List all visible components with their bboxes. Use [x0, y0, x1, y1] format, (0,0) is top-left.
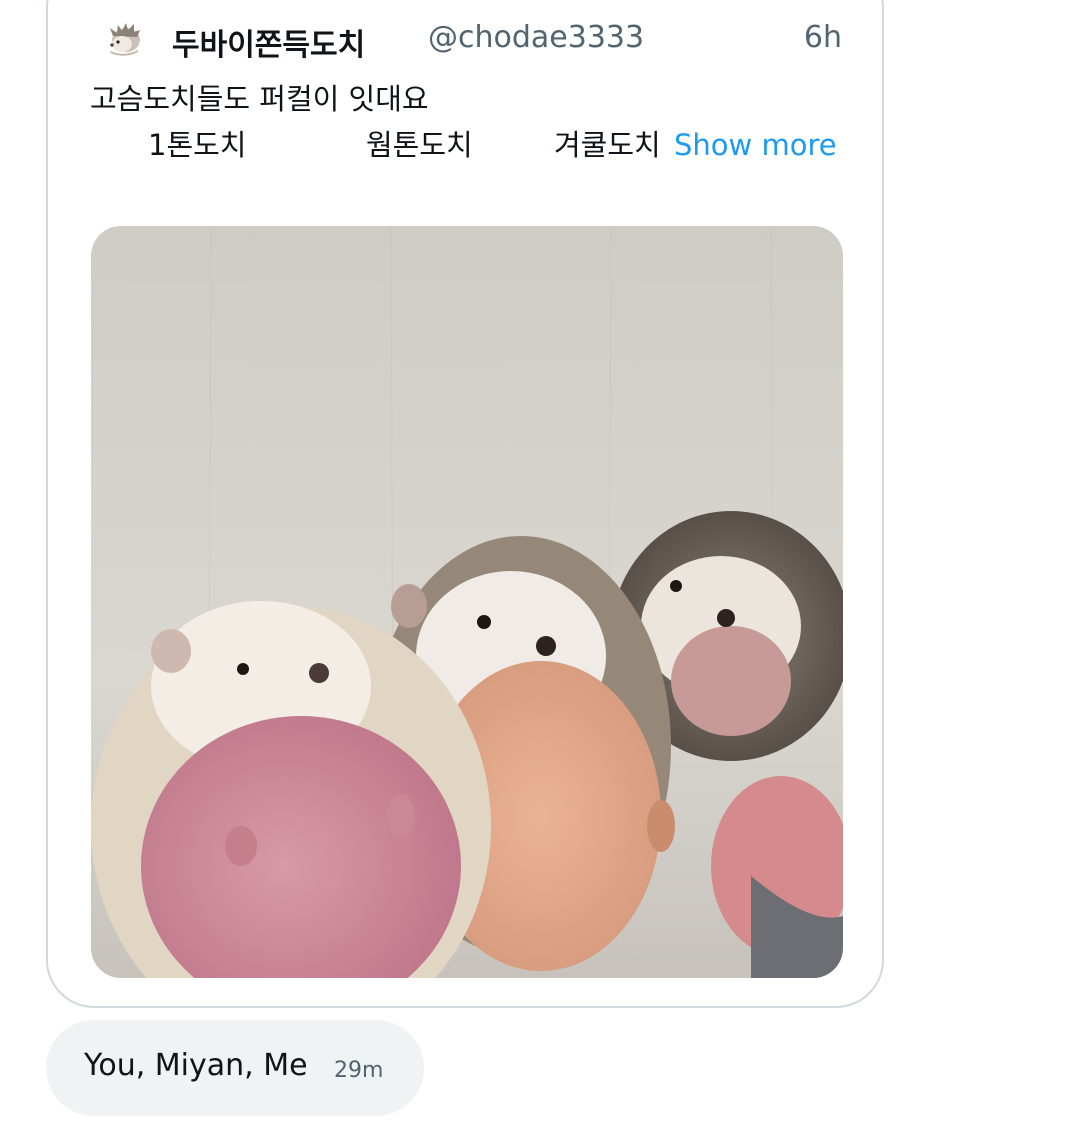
quoted-tweet-card[interactable]: 두바이쫀득도치 @chodae3333 6h 고슴도치들도 퍼컬이 잇대요 1톤…	[46, 0, 884, 1008]
display-name[interactable]: 두바이쫀득도치	[172, 20, 365, 64]
reaction-text: You, Miyan, Me	[84, 1048, 308, 1083]
reaction-bubble[interactable]: You, Miyan, Me 29m	[46, 1020, 424, 1116]
three-hedgehogs-photo[interactable]	[91, 226, 843, 978]
tweet-text-line2: 1톤도치 웜톤도치 겨쿨도치 Show more	[90, 122, 850, 168]
tweet-text: 고슴도치들도 퍼컬이 잇대요 1톤도치 웜톤도치 겨쿨도치 Show more	[90, 76, 850, 168]
dm-conversation: 두바이쫀득도치 @chodae3333 6h 고슴도치들도 퍼컬이 잇대요 1톤…	[0, 0, 1080, 1125]
user-handle: @chodae3333	[428, 20, 645, 55]
tone-label-2: 웜톤도치	[366, 128, 473, 162]
hedgehog-avatar-icon[interactable]	[104, 18, 144, 58]
tweet-header: 두바이쫀득도치 @chodae3333 6h	[104, 18, 842, 78]
tone-label-3: 겨쿨도치	[554, 128, 661, 162]
tone-label-1: 1톤도치	[148, 128, 247, 162]
reaction-timestamp: 29m	[334, 1058, 384, 1083]
show-more-link[interactable]: Show more	[674, 122, 837, 168]
tweet-timestamp: 6h	[803, 20, 842, 55]
tweet-text-line1: 고슴도치들도 퍼컬이 잇대요	[90, 82, 429, 116]
